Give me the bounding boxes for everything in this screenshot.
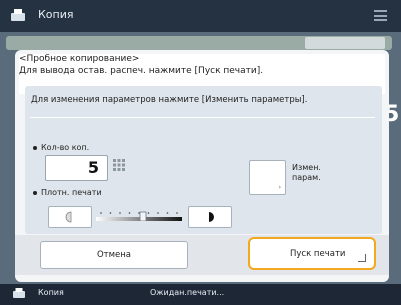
- slider-tick: [119, 212, 121, 214]
- half-circle-light-icon: [65, 211, 72, 223]
- density-label: Плотн. печати: [33, 188, 102, 197]
- copies-count-field[interactable]: 5: [45, 155, 108, 181]
- density-control: [48, 206, 324, 228]
- slider-tick: [109, 212, 112, 214]
- density-darker-button[interactable]: [188, 206, 232, 228]
- copy-app-icon: [13, 288, 25, 298]
- bullet-icon: [33, 145, 37, 150]
- slider-tick: [138, 212, 140, 214]
- half-circle-dark-icon: [209, 212, 214, 222]
- dialog-title: <Пробное копирование>: [19, 54, 140, 64]
- copies-label: Кол-во коп.: [33, 143, 89, 152]
- slider-tick: [166, 212, 169, 214]
- copies-label-text: Кол-во коп.: [41, 143, 90, 152]
- density-lighter-button[interactable]: [48, 206, 92, 228]
- start-print-button[interactable]: Пуск печати: [248, 237, 376, 270]
- slider-tick: [157, 212, 159, 214]
- change-hint: Для изменения параметров нажмите [Измени…: [31, 95, 308, 105]
- copies-count-value: 5: [87, 158, 99, 177]
- change-params-line2: парам.: [292, 173, 321, 182]
- bullet-icon: [33, 190, 37, 195]
- status-app-name: Копия: [38, 288, 64, 297]
- background-button: [305, 37, 385, 49]
- corner-icon: [358, 254, 366, 262]
- density-slider[interactable]: [96, 211, 182, 221]
- change-params-label: Измен. парам.: [292, 163, 321, 183]
- copy-app-icon: [11, 9, 25, 21]
- status-message: Ожидан.печати...: [150, 288, 225, 297]
- density-label-text: Плотн. печати: [41, 188, 102, 197]
- slider-tick: [176, 212, 178, 214]
- start-print-label: Пуск печати: [290, 249, 346, 259]
- slider-tick: [147, 212, 150, 214]
- change-params-button[interactable]: ›: [249, 160, 286, 195]
- top-bar: Копия: [0, 0, 401, 32]
- status-bar: Копия Ожидан.печати...: [0, 284, 401, 305]
- app-title: Копия: [38, 8, 74, 21]
- panel-divider: [30, 117, 375, 118]
- numeric-keypad-icon[interactable]: [112, 158, 126, 172]
- dialog-message: Для вывода остав. распеч. нажмите [Пуск …: [19, 66, 264, 76]
- chevron-right-icon: ›: [278, 184, 281, 191]
- menu-icon[interactable]: [374, 10, 387, 21]
- change-params-line1: Измен.: [292, 163, 321, 172]
- slider-tick: [100, 212, 102, 214]
- slider-tick: [128, 212, 131, 214]
- cancel-button[interactable]: Отмена: [40, 241, 188, 269]
